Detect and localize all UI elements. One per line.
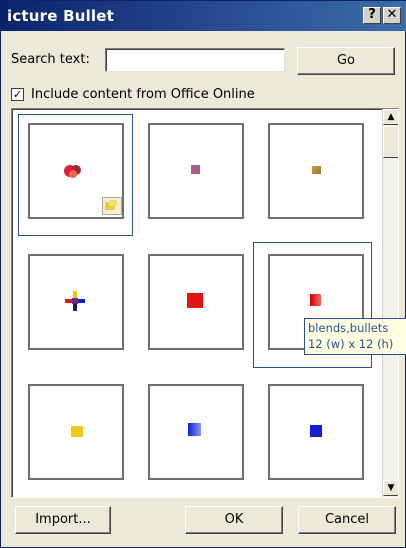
- scroll-down-button[interactable]: ▼: [383, 480, 398, 496]
- scroll-thumb[interactable]: [383, 126, 398, 158]
- tooltip-keywords: blends,bullets: [308, 321, 389, 335]
- search-label: Search text:: [11, 52, 90, 67]
- search-input[interactable]: [105, 48, 285, 72]
- ok-button[interactable]: OK: [185, 506, 283, 534]
- cancel-button[interactable]: Cancel: [298, 506, 396, 534]
- red-gradient-square-bullet-icon: [310, 294, 321, 306]
- title-bar[interactable]: icture Bullet ? ✕: [1, 1, 406, 31]
- picture-bullet-dialog: icture Bullet ? ✕ Search text: Go ✓ Incl…: [0, 0, 406, 548]
- yellow-square-bullet-icon: [71, 426, 83, 437]
- bullet-gallery: ▲ ▼: [11, 108, 399, 498]
- purple-dot-bullet-icon: [191, 165, 200, 174]
- scroll-up-button[interactable]: ▲: [383, 109, 398, 125]
- blue-gradient-square-bullet-icon: [188, 423, 201, 436]
- import-button[interactable]: Import...: [15, 506, 111, 534]
- gallery-item-8[interactable]: [148, 384, 244, 480]
- red-swirl-bullet-icon: [64, 163, 82, 179]
- red-square-bullet-icon: [187, 293, 203, 308]
- gallery-item-7[interactable]: [28, 384, 124, 480]
- multicolor-star-bullet-icon: [64, 290, 86, 312]
- go-button[interactable]: Go: [297, 47, 395, 75]
- tan-square-bullet-icon: [312, 166, 321, 174]
- gallery-item-4[interactable]: [28, 254, 124, 350]
- gallery-item-3[interactable]: [268, 123, 364, 219]
- tooltip-dimensions: 12 (w) x 12 (h): [308, 337, 394, 351]
- gallery-item-5[interactable]: [148, 254, 244, 350]
- help-button[interactable]: ?: [363, 7, 381, 24]
- bullet-tooltip: blends,bullets 12 (w) x 12 (h): [304, 318, 406, 355]
- blue-square-bullet-icon: [310, 425, 322, 437]
- include-online-label: Include content from Office Online: [31, 87, 255, 102]
- gallery-item-1[interactable]: [28, 123, 124, 219]
- gallery-item-9[interactable]: [268, 384, 364, 480]
- online-content-badge-icon: [102, 197, 122, 215]
- gallery-item-2[interactable]: [148, 123, 244, 219]
- dialog-title: icture Bullet: [7, 7, 115, 25]
- include-online-checkbox[interactable]: ✓: [11, 88, 24, 101]
- gallery-scrollbar[interactable]: ▲ ▼: [382, 109, 398, 497]
- close-button[interactable]: ✕: [383, 7, 401, 24]
